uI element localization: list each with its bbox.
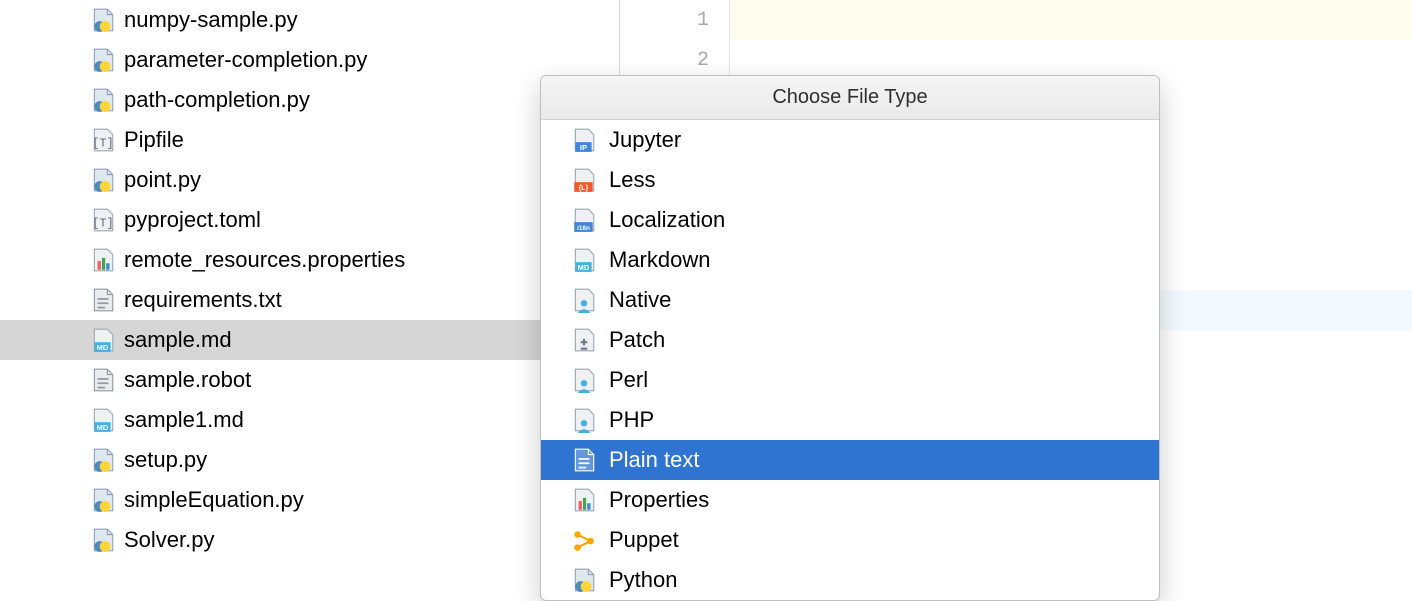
file-type-label: Localization [609, 207, 725, 233]
file-type-list[interactable]: Jupyter Less Localization Markdown Native Pat… [541, 120, 1159, 600]
text-icon [571, 447, 597, 473]
file-name-label: point.py [124, 167, 201, 193]
person-icon [571, 287, 597, 313]
python-icon [90, 487, 116, 513]
toml-icon [90, 127, 116, 153]
file-type-label: Puppet [609, 527, 679, 553]
file-type-item[interactable]: Plain text [541, 440, 1159, 480]
file-type-label: Perl [609, 367, 648, 393]
file-name-label: sample1.md [124, 407, 244, 433]
file-type-item[interactable]: Puppet [541, 520, 1159, 560]
popup-title: Choose File Type [541, 76, 1159, 120]
file-row[interactable]: requirements.txt [0, 280, 619, 320]
python-icon [90, 47, 116, 73]
file-row[interactable]: Pipfile [0, 120, 619, 160]
file-type-label: Plain text [609, 447, 700, 473]
properties-icon [571, 487, 597, 513]
file-type-item[interactable]: Localization [541, 200, 1159, 240]
file-name-label: sample.robot [124, 367, 251, 393]
python-icon [90, 87, 116, 113]
file-type-item[interactable]: Less [541, 160, 1159, 200]
file-type-item[interactable]: Native [541, 280, 1159, 320]
less-icon [571, 167, 597, 193]
file-row[interactable]: pyproject.toml [0, 200, 619, 240]
python-icon [90, 527, 116, 553]
file-type-item[interactable]: Python [541, 560, 1159, 600]
person-icon [571, 367, 597, 393]
file-type-label: Native [609, 287, 671, 313]
file-row[interactable]: simpleEquation.py [0, 480, 619, 520]
file-name-label: Solver.py [124, 527, 215, 553]
file-row[interactable]: parameter-completion.py [0, 40, 619, 80]
file-name-label: parameter-completion.py [124, 47, 367, 73]
puppet-icon [571, 527, 597, 553]
python-icon [571, 567, 597, 593]
editor-line-active[interactable] [730, 0, 1412, 40]
file-name-label: requirements.txt [124, 287, 282, 313]
line-number: 2 [620, 40, 729, 80]
line-number: 1 [620, 0, 729, 40]
markdown-icon [90, 327, 116, 353]
file-name-label: path-completion.py [124, 87, 310, 113]
file-type-item[interactable]: Patch [541, 320, 1159, 360]
file-row[interactable]: setup.py [0, 440, 619, 480]
text-icon [90, 367, 116, 393]
file-name-label: pyproject.toml [124, 207, 261, 233]
person-icon [571, 407, 597, 433]
toml-icon [90, 207, 116, 233]
file-name-label: numpy-sample.py [124, 7, 298, 33]
file-row[interactable]: point.py [0, 160, 619, 200]
file-name-label: simpleEquation.py [124, 487, 304, 513]
file-row[interactable]: path-completion.py [0, 80, 619, 120]
patch-icon [571, 327, 597, 353]
file-name-label: sample.md [124, 327, 232, 353]
file-row[interactable]: Solver.py [0, 520, 619, 560]
text-icon [90, 287, 116, 313]
file-name-label: remote_resources.properties [124, 247, 405, 273]
properties-icon [90, 247, 116, 273]
jupyter-icon [571, 127, 597, 153]
file-name-label: Pipfile [124, 127, 184, 153]
python-icon [90, 167, 116, 193]
file-type-item[interactable]: Markdown [541, 240, 1159, 280]
file-type-label: Python [609, 567, 678, 593]
file-type-label: Less [609, 167, 655, 193]
file-name-label: setup.py [124, 447, 207, 473]
file-type-label: PHP [609, 407, 654, 433]
file-row[interactable]: sample.robot [0, 360, 619, 400]
markdown-icon [571, 247, 597, 273]
file-type-label: Properties [609, 487, 709, 513]
file-row[interactable]: remote_resources.properties [0, 240, 619, 280]
file-type-item[interactable]: Properties [541, 480, 1159, 520]
project-tree[interactable]: numpy-sample.py parameter-completion.py pa… [0, 0, 620, 588]
file-type-label: Patch [609, 327, 665, 353]
file-row[interactable]: sample1.md [0, 400, 619, 440]
file-type-item[interactable]: PHP [541, 400, 1159, 440]
file-type-label: Jupyter [609, 127, 681, 153]
file-row[interactable]: numpy-sample.py [0, 0, 619, 40]
choose-file-type-popup: Choose File Type Jupyter Less Localization… [540, 75, 1160, 601]
file-type-item[interactable]: Jupyter [541, 120, 1159, 160]
markdown-icon [90, 407, 116, 433]
file-row[interactable]: sample.md [0, 320, 619, 360]
i18n-icon [571, 207, 597, 233]
python-icon [90, 7, 116, 33]
python-icon [90, 447, 116, 473]
file-type-item[interactable]: Perl [541, 360, 1159, 400]
file-type-label: Markdown [609, 247, 710, 273]
